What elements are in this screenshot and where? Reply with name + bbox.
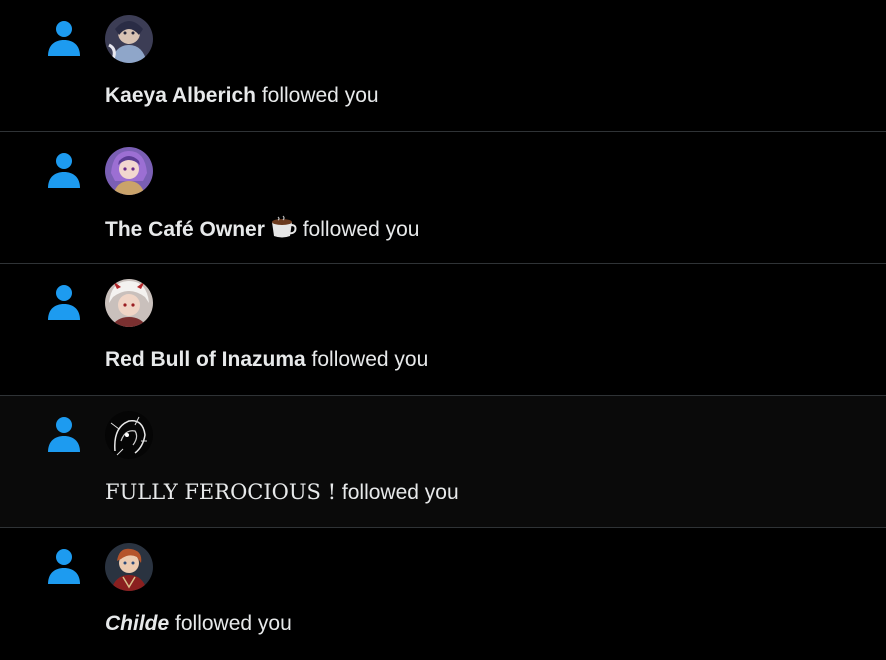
action-text: followed you	[302, 218, 420, 241]
person-icon	[48, 417, 80, 452]
avatar[interactable]	[105, 279, 153, 327]
notification-item[interactable]: Red Bull of Inazuma followed you	[0, 264, 886, 396]
person-icon	[48, 21, 80, 56]
avatar[interactable]	[105, 543, 153, 591]
avatar[interactable]	[105, 15, 153, 63]
notification-list: Kaeya Alberich followed you The Café Own…	[0, 0, 886, 660]
notification-text: FULLY FEROCIOUS ! followed you	[105, 479, 459, 506]
user-name[interactable]: Red Bull of Inazuma	[105, 348, 306, 371]
user-name[interactable]: Kaeya Alberich	[105, 84, 256, 107]
user-name[interactable]: The Café Owner	[105, 218, 265, 241]
notification-item[interactable]: Kaeya Alberich followed you	[0, 0, 886, 132]
notification-item[interactable]: FULLY FEROCIOUS ! followed you	[0, 396, 886, 528]
action-text: followed you	[341, 481, 459, 504]
notification-text: The Café Owner followed you	[105, 215, 419, 243]
notification-item[interactable]: The Café Owner followed you	[0, 132, 886, 264]
person-icon	[48, 153, 80, 188]
person-icon	[48, 549, 80, 584]
user-name[interactable]: FULLY FEROCIOUS !	[105, 480, 336, 504]
notification-text: Childe followed you	[105, 611, 292, 637]
person-icon	[48, 285, 80, 320]
notification-text: Red Bull of Inazuma followed you	[105, 347, 428, 373]
user-name[interactable]: Childe	[105, 612, 169, 635]
notification-text: Kaeya Alberich followed you	[105, 83, 379, 109]
avatar[interactable]	[105, 147, 153, 195]
coffee-cup-icon	[271, 215, 297, 238]
notification-item[interactable]: Childe followed you	[0, 528, 886, 660]
action-text: followed you	[261, 84, 379, 107]
avatar[interactable]	[105, 411, 153, 459]
action-text: followed you	[175, 612, 292, 635]
action-text: followed you	[311, 348, 429, 371]
